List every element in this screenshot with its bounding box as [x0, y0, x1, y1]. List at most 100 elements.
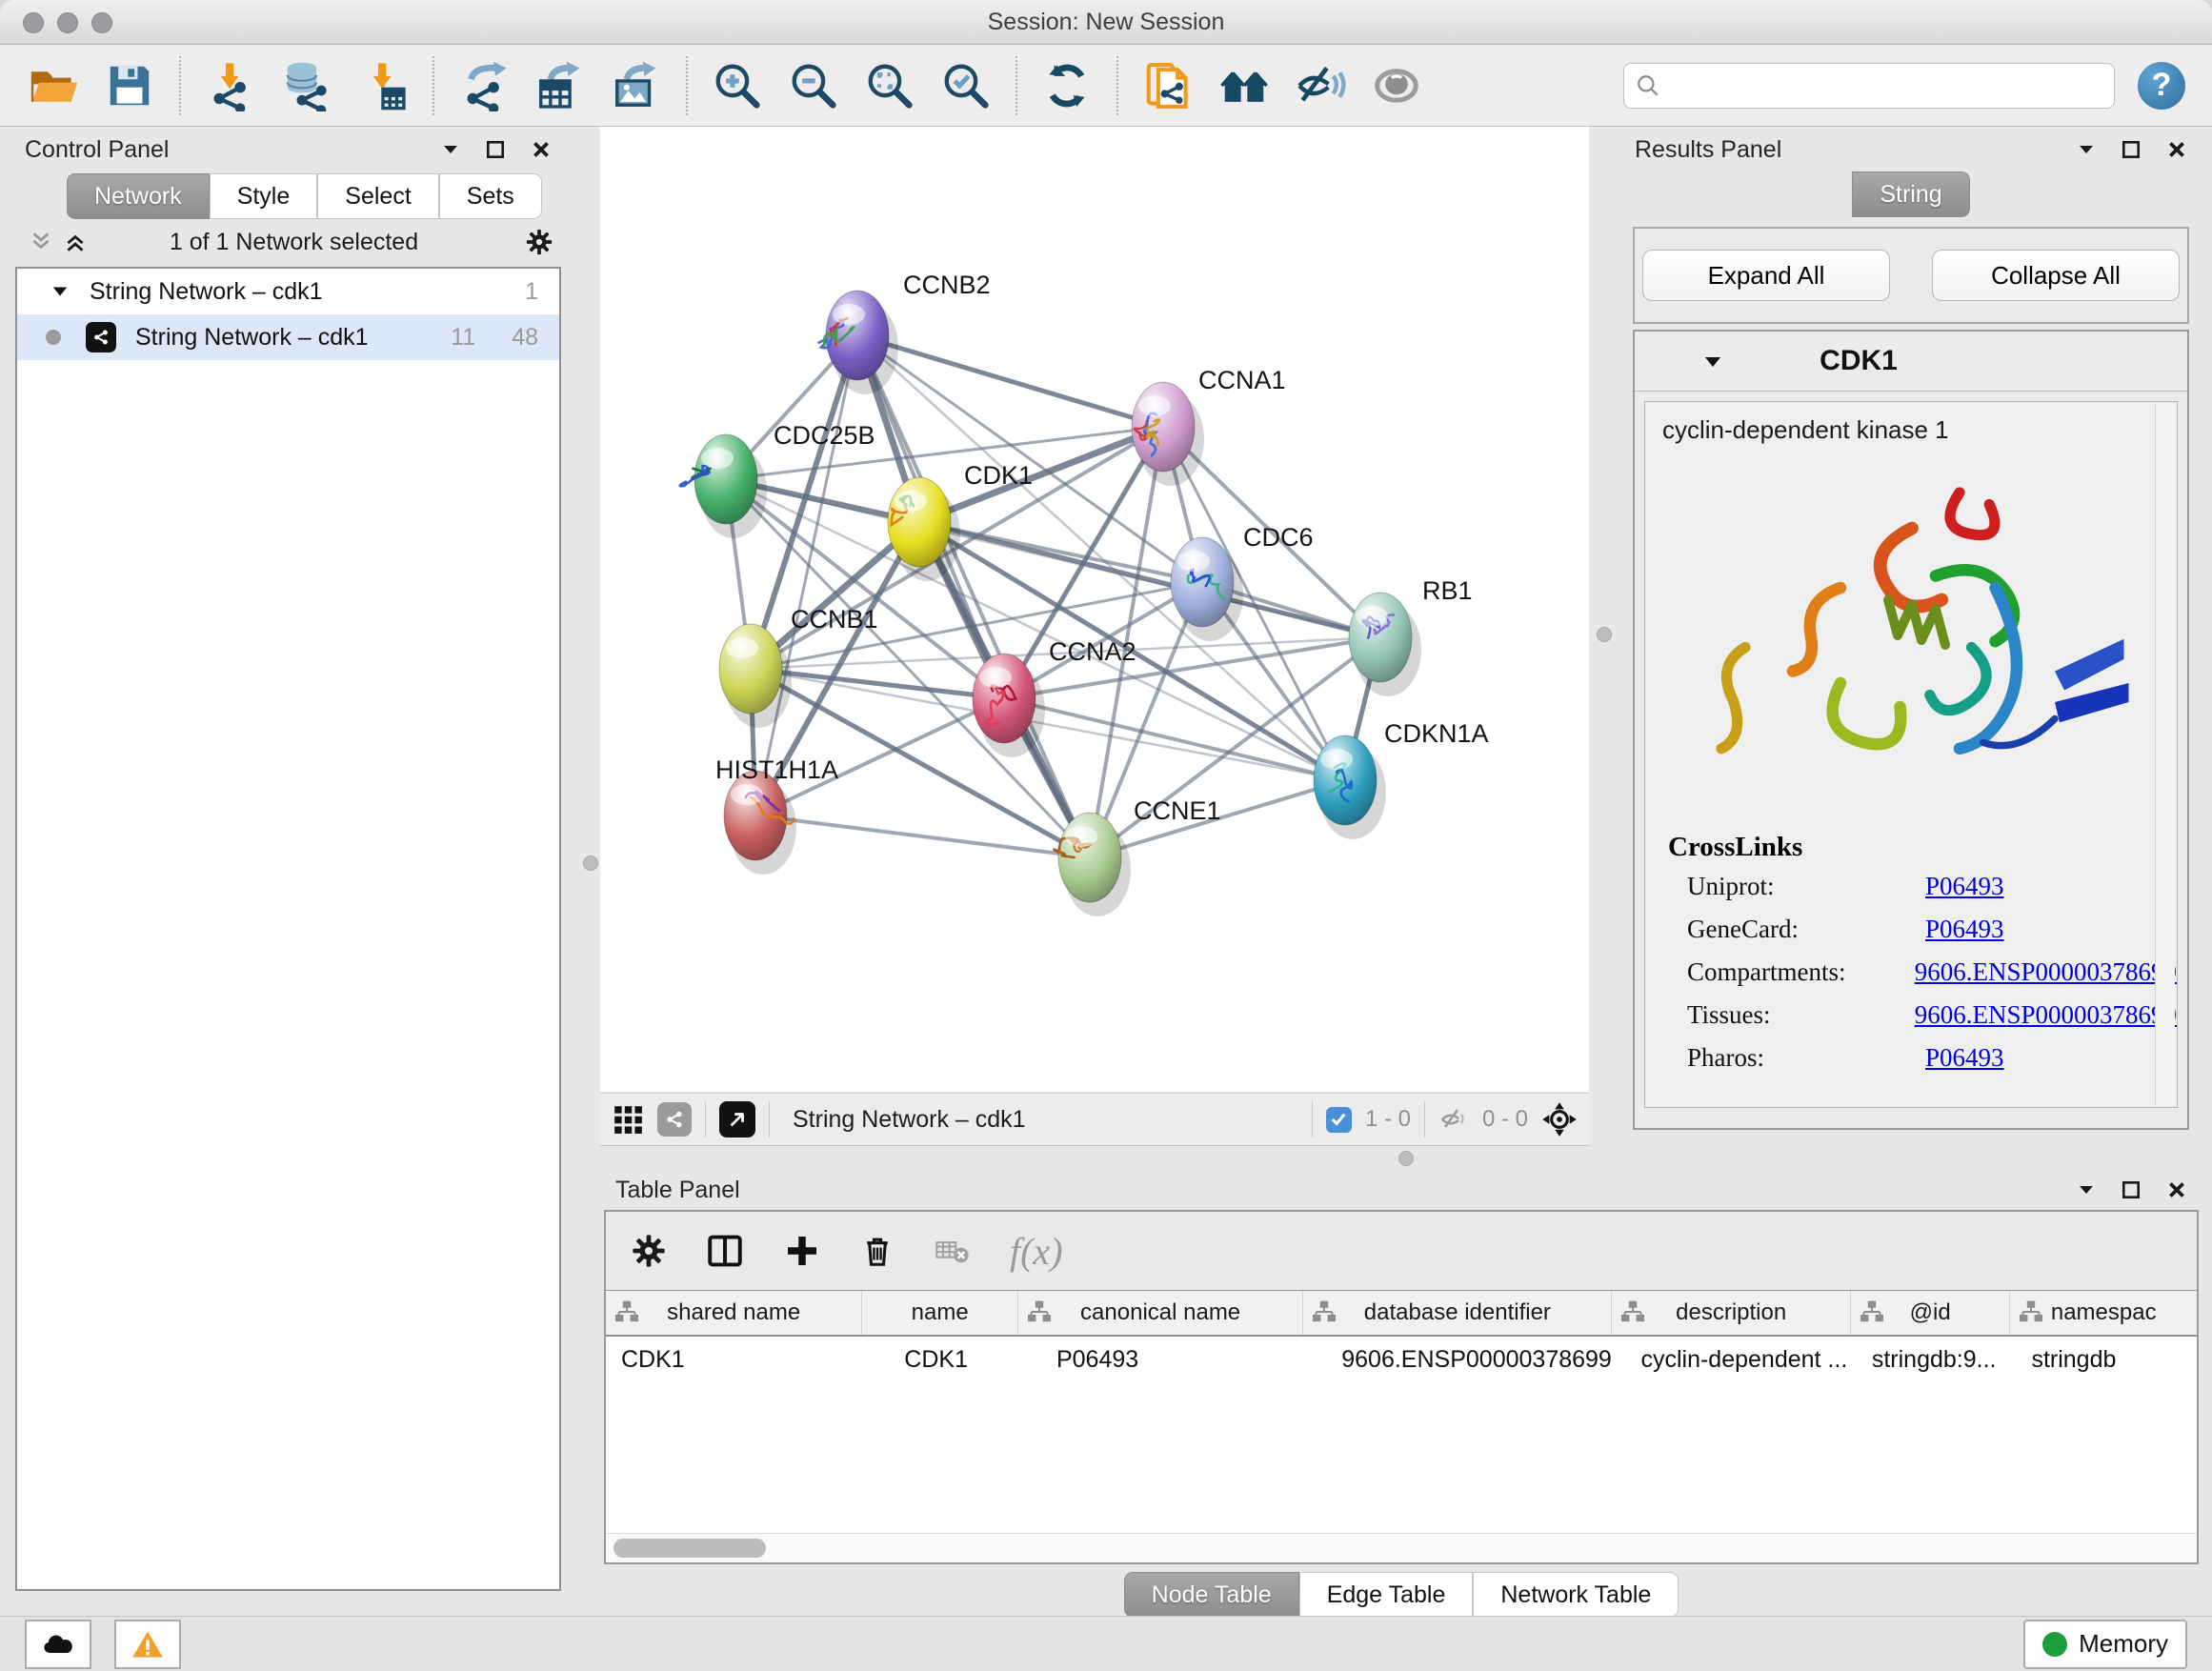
- splitter-handle[interactable]: [1398, 1151, 1414, 1166]
- function-builder-button[interactable]: f(x): [1010, 1229, 1063, 1274]
- splitter-handle[interactable]: [1597, 627, 1612, 642]
- scrollbar-thumb[interactable]: [613, 1539, 766, 1558]
- network-canvas[interactable]: CCNB2CCNA1CDC25BCDK1CDC6RB1CCNB1CCNA2CDK…: [600, 127, 1589, 1092]
- show-columns-icon[interactable]: [705, 1231, 745, 1271]
- save-session-button[interactable]: [103, 59, 156, 112]
- table-row[interactable]: CDK1 CDK1 P06493 9606.ENSP00000378699 cy…: [606, 1337, 2197, 1382]
- help-button[interactable]: ?: [2138, 62, 2185, 110]
- network-graph[interactable]: CCNB2CCNA1CDC25BCDK1CDC6RB1CCNB1CCNA2CDK…: [600, 127, 1589, 1092]
- show-eye-button[interactable]: [1370, 59, 1423, 112]
- tab-edge-table[interactable]: Edge Table: [1299, 1572, 1474, 1618]
- search-input[interactable]: [1668, 71, 2102, 100]
- network-edge[interactable]: [857, 335, 1163, 427]
- network-node-CCNA2[interactable]: [973, 654, 1045, 757]
- crosslink-link-genecard[interactable]: P06493: [1925, 915, 2004, 944]
- search-box[interactable]: [1623, 63, 2115, 109]
- window-zoom-button[interactable]: [91, 12, 112, 33]
- tab-sets[interactable]: Sets: [439, 173, 542, 219]
- network-edge[interactable]: [755, 815, 1090, 857]
- column-header-id[interactable]: @id: [1851, 1291, 2011, 1335]
- export-table-button[interactable]: [533, 59, 587, 112]
- panel-float-button[interactable]: [2077, 1180, 2096, 1199]
- column-header-database-identifier[interactable]: database identifier: [1303, 1291, 1612, 1335]
- network-node-CCNE1[interactable]: [1054, 813, 1131, 916]
- tab-network[interactable]: Network: [67, 173, 210, 219]
- zoom-in-button[interactable]: [711, 59, 764, 112]
- panel-maximize-button[interactable]: [485, 139, 506, 160]
- panel-float-button[interactable]: [441, 140, 460, 159]
- detach-view-button[interactable]: [719, 1101, 755, 1137]
- export-network-button[interactable]: [457, 59, 511, 112]
- clear-table-icon[interactable]: [934, 1232, 972, 1270]
- expand-all-button[interactable]: Expand All: [1642, 250, 1890, 301]
- import-table-button[interactable]: [356, 59, 410, 112]
- results-scrollbar[interactable]: [2155, 404, 2175, 1105]
- zoom-out-button[interactable]: [787, 59, 840, 112]
- tab-network-table[interactable]: Network Table: [1473, 1572, 1679, 1618]
- string-documents-button[interactable]: [1141, 59, 1195, 112]
- panel-maximize-button[interactable]: [2121, 1179, 2142, 1200]
- network-node-CCNA1[interactable]: [1132, 382, 1204, 486]
- cell-namespace[interactable]: stringdb: [2010, 1337, 2197, 1382]
- cell-shared-name[interactable]: CDK1: [606, 1337, 862, 1382]
- cloud-status-button[interactable]: [25, 1620, 91, 1669]
- network-node-CDC6[interactable]: [1171, 537, 1243, 641]
- network-edge[interactable]: [857, 335, 1090, 857]
- birdseye-crosshair-icon[interactable]: [1541, 1101, 1578, 1137]
- tab-string[interactable]: String: [1852, 171, 1969, 217]
- warnings-button[interactable]: [114, 1620, 181, 1669]
- expand-all-networks-button[interactable]: [63, 230, 88, 254]
- network-node-RB1[interactable]: [1349, 593, 1421, 696]
- cell-database-identifier[interactable]: 9606.ENSP00000378699: [1303, 1337, 1612, 1382]
- cell-canonical-name[interactable]: P06493: [1018, 1337, 1303, 1382]
- table-horizontal-scrollbar[interactable]: [606, 1533, 2197, 1562]
- panel-close-button[interactable]: [531, 139, 552, 160]
- cell-description[interactable]: cyclin-dependent ...: [1612, 1337, 1850, 1382]
- collapse-all-button[interactable]: Collapse All: [1932, 250, 2180, 301]
- column-header-namespace[interactable]: namespac: [2010, 1291, 2197, 1335]
- network-row[interactable]: String Network – cdk1 11 48: [17, 314, 559, 360]
- panel-maximize-button[interactable]: [2121, 139, 2142, 160]
- network-node-HIST1H1A[interactable]: [724, 771, 796, 875]
- crosslink-link-pharos[interactable]: P06493: [1925, 1043, 2004, 1073]
- network-options-button[interactable]: [525, 228, 553, 256]
- grid-view-icon[interactable]: [612, 1103, 644, 1136]
- network-edge[interactable]: [755, 335, 857, 815]
- panel-float-button[interactable]: [2077, 140, 2096, 159]
- network-collection-row[interactable]: String Network – cdk1 1: [17, 269, 559, 314]
- import-network-file-button[interactable]: [204, 59, 257, 112]
- cell-id[interactable]: stringdb:9...: [1851, 1337, 2011, 1382]
- memory-button[interactable]: Memory: [2023, 1620, 2187, 1669]
- share-view-icon[interactable]: [657, 1102, 692, 1137]
- refresh-button[interactable]: [1040, 59, 1094, 112]
- tree-expander-icon[interactable]: [51, 283, 69, 300]
- add-column-icon[interactable]: [783, 1232, 821, 1270]
- column-header-name[interactable]: name: [862, 1291, 1018, 1335]
- export-image-button[interactable]: [610, 59, 663, 112]
- tab-style[interactable]: Style: [210, 173, 318, 219]
- column-header-shared-name[interactable]: shared name: [606, 1291, 862, 1335]
- crosslink-link-uniprot[interactable]: P06493: [1925, 872, 2004, 901]
- open-session-button[interactable]: [27, 59, 80, 112]
- hidden-eye-slash-icon[interactable]: [1438, 1104, 1469, 1135]
- table-options-gear-icon[interactable]: [631, 1233, 667, 1269]
- window-minimize-button[interactable]: [57, 12, 78, 33]
- collapse-all-networks-button[interactable]: [29, 230, 53, 254]
- network-node-CCNB2[interactable]: [819, 291, 898, 394]
- crosslink-link-compartments[interactable]: 9606.ENSP00000378699: [1915, 957, 2177, 987]
- zoom-fit-button[interactable]: [863, 59, 916, 112]
- column-header-description[interactable]: description: [1612, 1291, 1850, 1335]
- network-node-CDKN1A[interactable]: [1314, 735, 1386, 839]
- zoom-selected-button[interactable]: [939, 59, 993, 112]
- panel-close-button[interactable]: [2166, 1179, 2187, 1200]
- splitter-handle[interactable]: [583, 856, 598, 871]
- tab-select[interactable]: Select: [317, 173, 438, 219]
- cell-name[interactable]: CDK1: [862, 1337, 1018, 1382]
- window-close-button[interactable]: [23, 12, 44, 33]
- delete-column-icon[interactable]: [859, 1233, 895, 1269]
- selected-checkbox-icon[interactable]: [1326, 1107, 1352, 1133]
- tab-node-table[interactable]: Node Table: [1124, 1572, 1299, 1618]
- entry-header[interactable]: CDK1: [1635, 332, 2187, 392]
- crosslink-link-tissues[interactable]: 9606.ENSP00000378699: [1915, 1000, 2177, 1030]
- home-networks-button[interactable]: [1217, 59, 1271, 112]
